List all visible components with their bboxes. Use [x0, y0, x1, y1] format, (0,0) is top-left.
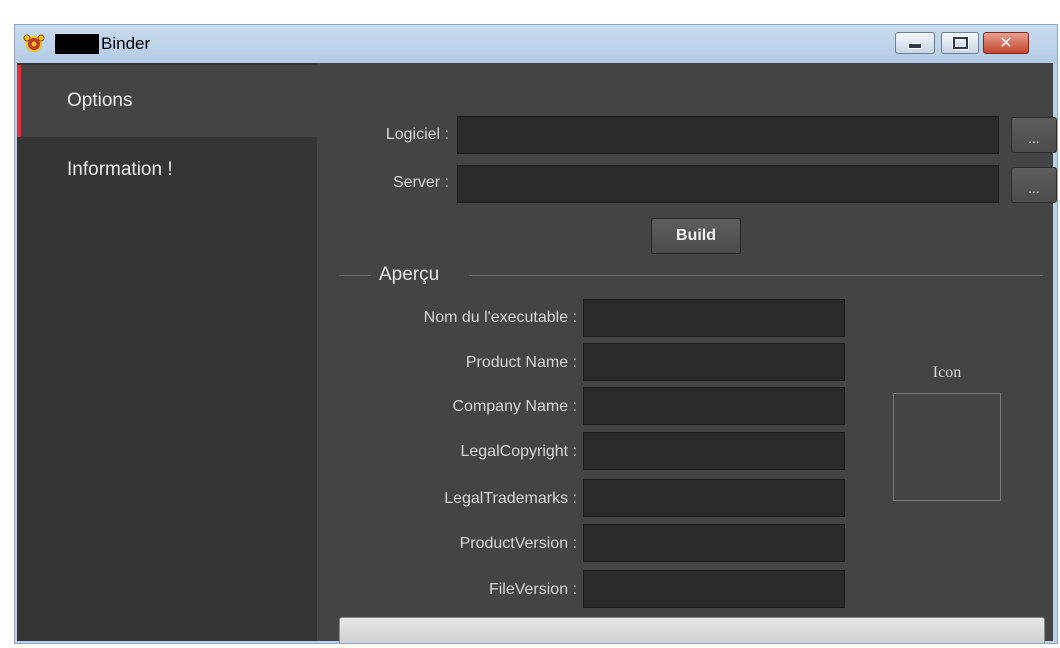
options-panel: Logiciel : ... Server : ... Build Aperçu…	[317, 63, 1057, 643]
build-button[interactable]: Build	[651, 218, 741, 254]
company-name-label: Company Name :	[452, 398, 578, 415]
minimize-button[interactable]	[895, 32, 935, 54]
legal-trademarks-label: LegalTrademarks :	[444, 490, 577, 507]
apercu-title: Aperçu	[379, 264, 440, 285]
legal-trademarks-input[interactable]	[583, 479, 845, 517]
file-version-label: FileVersion :	[488, 581, 577, 598]
title-bar[interactable]: Binder ✕	[15, 25, 1057, 63]
maximize-icon	[942, 33, 978, 53]
product-name-label: Product Name :	[465, 354, 577, 371]
file-version-input[interactable]	[583, 570, 845, 608]
maximize-button[interactable]	[941, 32, 979, 54]
icon-label: Icon	[932, 364, 962, 381]
app-icon	[23, 33, 45, 53]
legal-copyright-input[interactable]	[583, 432, 845, 470]
product-version-input[interactable]	[583, 524, 845, 562]
section-divider	[469, 275, 1043, 276]
build-progress-bar	[339, 617, 1045, 643]
close-icon: ✕	[999, 33, 1013, 52]
executable-name-input[interactable]	[583, 299, 845, 337]
logiciel-label: Logiciel :	[385, 126, 449, 143]
window-title: Binder	[101, 34, 151, 53]
server-label: Server :	[392, 174, 449, 191]
product-version-label: ProductVersion :	[459, 535, 577, 552]
app-window: Binder ✕ Options Information ! Logiciel …	[14, 24, 1058, 644]
section-divider	[339, 275, 371, 276]
product-name-input[interactable]	[583, 343, 845, 381]
redacted-title-block	[55, 34, 99, 54]
app-content: Options Information ! Logiciel : ... Ser…	[17, 63, 1057, 643]
logiciel-input[interactable]	[457, 116, 999, 154]
legal-copyright-label: LegalCopyright :	[460, 443, 577, 460]
icon-preview-box[interactable]	[893, 393, 1001, 501]
sidebar: Options Information !	[17, 63, 317, 641]
logiciel-browse-button[interactable]: ...	[1011, 117, 1057, 153]
sidebar-item-information[interactable]: Information !	[17, 139, 317, 211]
executable-name-label: Nom du l'executable :	[423, 309, 577, 326]
server-input[interactable]	[457, 165, 999, 203]
close-button[interactable]: ✕	[983, 32, 1029, 54]
minimize-icon	[896, 33, 934, 53]
sidebar-item-options[interactable]: Options	[17, 65, 317, 137]
server-browse-button[interactable]: ...	[1011, 167, 1057, 203]
company-name-input[interactable]	[583, 387, 845, 425]
